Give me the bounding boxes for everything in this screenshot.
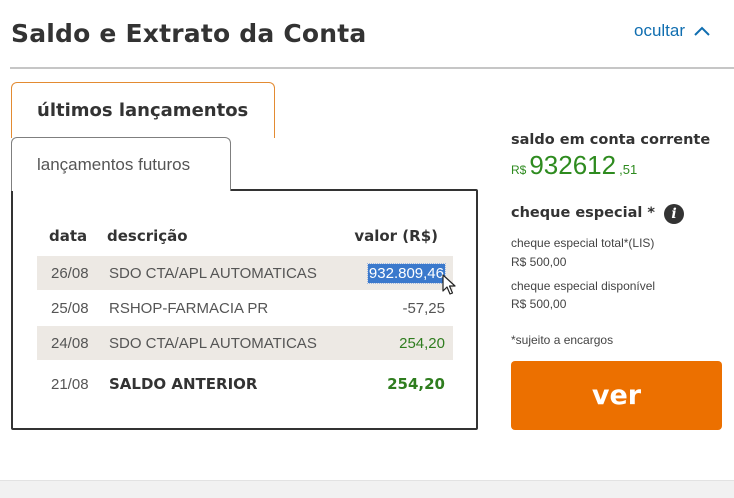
overdraft-available-label: cheque especial disponível	[511, 279, 656, 293]
tab-latest-entries-label: últimos lançamentos	[37, 100, 249, 121]
row-date: 24/08	[51, 334, 89, 352]
column-header-date: data	[49, 227, 88, 245]
row-value: 254,20	[399, 334, 445, 352]
ver-button[interactable]: ver	[511, 361, 722, 430]
overdraft-title: cheque especial *	[511, 205, 655, 221]
tab-latest-entries[interactable]: últimos lançamentos	[11, 82, 275, 138]
row-description: SDO CTA/APL AUTOMATICAS	[109, 264, 317, 282]
row-value: -57,25	[402, 299, 445, 317]
overdraft-total-value: R$ 500,00	[511, 255, 567, 269]
balance-amount: R$ 932612 ,51	[511, 150, 637, 181]
statement-row[interactable]: 24/08 SDO CTA/APL AUTOMATICAS 254,20	[37, 326, 453, 360]
row-date: 25/08	[51, 299, 89, 317]
hide-label: ocultar	[634, 21, 686, 40]
row-value: 254,20	[387, 375, 445, 393]
footer-band	[0, 480, 734, 498]
balance-integer: 932612	[529, 150, 617, 180]
overdraft-total-label: cheque especial total*(LIS)	[511, 236, 655, 250]
row-description: SALDO ANTERIOR	[109, 375, 258, 393]
tab-future-entries-label: lançamentos futuros	[37, 154, 191, 174]
balance-currency: R$	[511, 163, 527, 177]
tab-future-entries[interactable]: lançamentos futuros	[11, 137, 231, 191]
statement-row[interactable]: 25/08 RSHOP-FARMACIA PR -57,25	[37, 291, 453, 325]
header-divider	[10, 67, 734, 69]
overdraft-available-value: R$ 500,00	[511, 297, 567, 311]
footnote: *sujeito a encargos	[511, 333, 614, 347]
balance-label: saldo em conta corrente	[511, 132, 711, 148]
row-description: RSHOP-FARMACIA PR	[109, 299, 269, 317]
statement-row[interactable]: 26/08 SDO CTA/APL AUTOMATICAS 932.809,46	[37, 256, 453, 290]
row-date: 21/08	[51, 375, 89, 393]
column-header-description: descrição	[107, 227, 188, 245]
row-value-selected[interactable]: 932.809,46	[366, 262, 447, 284]
hide-toggle[interactable]: ocultar	[634, 19, 711, 43]
chevron-up-icon	[694, 26, 710, 36]
row-description: SDO CTA/APL AUTOMATICAS	[109, 334, 317, 352]
mouse-pointer-icon	[442, 274, 456, 295]
row-date: 26/08	[51, 264, 89, 282]
balance-cents: ,51	[619, 162, 638, 177]
statement-row[interactable]: 21/08 SALDO ANTERIOR 254,20	[37, 367, 453, 401]
page-title: Saldo e Extrato da Conta	[11, 19, 367, 48]
column-header-value: valor (R$)	[354, 227, 438, 245]
info-icon[interactable]: i	[664, 204, 684, 224]
statement-panel: data descrição valor (R$) 26/08 SDO CTA/…	[11, 189, 478, 430]
